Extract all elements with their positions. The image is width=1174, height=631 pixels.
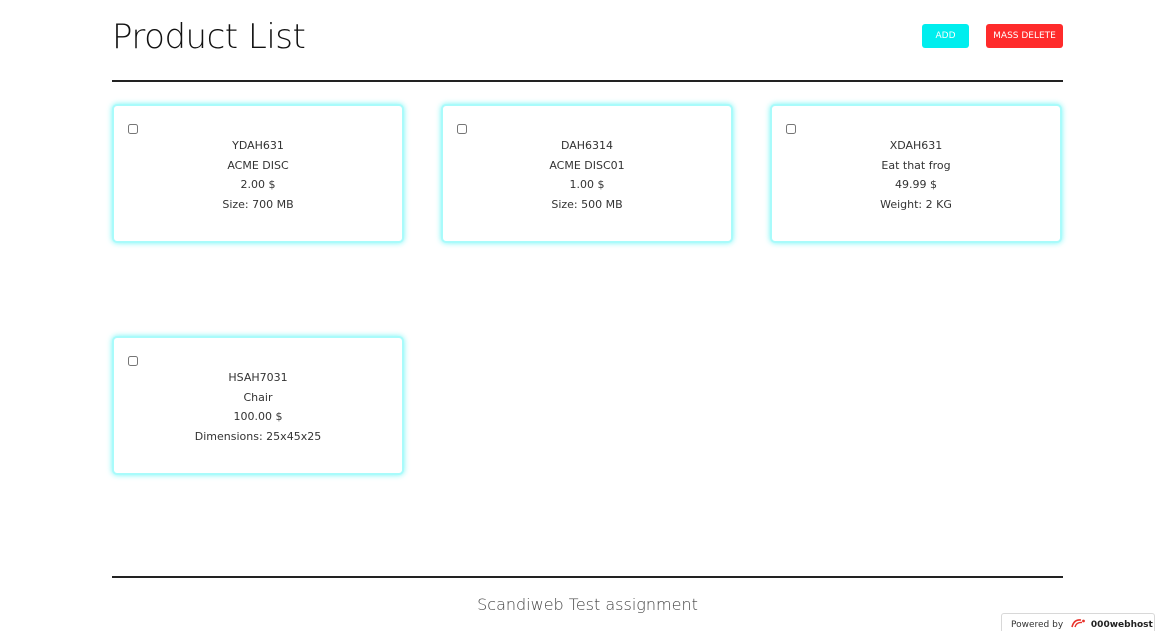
powered-by-label: Powered by: [1011, 620, 1064, 630]
product-card: YDAH631 ACME DISC 2.00 $ Size: 700 MB: [112, 104, 404, 243]
product-sku: HSAH7031: [228, 371, 288, 384]
product-card: DAH6314 ACME DISC01 1.00 $ Size: 500 MB: [441, 104, 733, 243]
product-sku: XDAH631: [889, 139, 943, 152]
product-name: Eat that frog: [881, 158, 951, 172]
product-attribute: Size: 700 MB: [222, 197, 294, 211]
product-name: ACME DISC: [227, 158, 289, 172]
product-price: 100.00 $: [233, 410, 283, 423]
add-button[interactable]: ADD: [922, 24, 969, 48]
product-details: XDAH631 Eat that frog 49.99 $ Weight: 2 …: [772, 136, 1060, 214]
product-name: Chair: [243, 390, 273, 404]
product-card: XDAH631 Eat that frog 49.99 $ Weight: 2 …: [770, 104, 1062, 243]
footer-text: Scandiweb Test assignment: [477, 595, 698, 614]
product-details: HSAH7031 Chair 100.00 $ Dimensions: 25x4…: [114, 368, 402, 446]
delete-checkbox[interactable]: [786, 124, 796, 134]
page: Product List ADD MASS DELETE YDAH631 ACM…: [0, 0, 1174, 631]
product-price: 2.00 $: [240, 178, 276, 191]
000webhost-logo-icon: [1071, 619, 1085, 628]
delete-checkbox[interactable]: [128, 124, 138, 134]
product-attribute: Dimensions: 25x45x25: [194, 429, 322, 443]
product-name: ACME DISC01: [549, 158, 625, 172]
product-price: 1.00 $: [569, 178, 605, 191]
product-attribute: Size: 500 MB: [551, 197, 623, 211]
product-attribute: Weight: 2 KG: [880, 197, 952, 211]
product-card: HSAH7031 Chair 100.00 $ Dimensions: 25x4…: [112, 336, 404, 475]
page-footer: Scandiweb Test assignment: [112, 576, 1063, 614]
product-details: YDAH631 ACME DISC 2.00 $ Size: 700 MB: [114, 136, 402, 214]
delete-checkbox[interactable]: [457, 124, 467, 134]
product-price: 49.99 $: [895, 178, 937, 191]
powered-by-brand: 000webhost: [1090, 620, 1153, 630]
page-header: Product List ADD MASS DELETE: [112, 0, 1063, 82]
product-sku: YDAH631: [232, 139, 284, 152]
page-title: Product List: [112, 17, 306, 57]
powered-by-badge[interactable]: Powered by 000webhost: [1001, 613, 1155, 631]
product-sku: DAH6314: [560, 139, 614, 152]
mass-delete-button[interactable]: MASS DELETE: [986, 24, 1063, 48]
product-details: DAH6314 ACME DISC01 1.00 $ Size: 500 MB: [443, 136, 731, 214]
delete-checkbox[interactable]: [128, 356, 138, 366]
